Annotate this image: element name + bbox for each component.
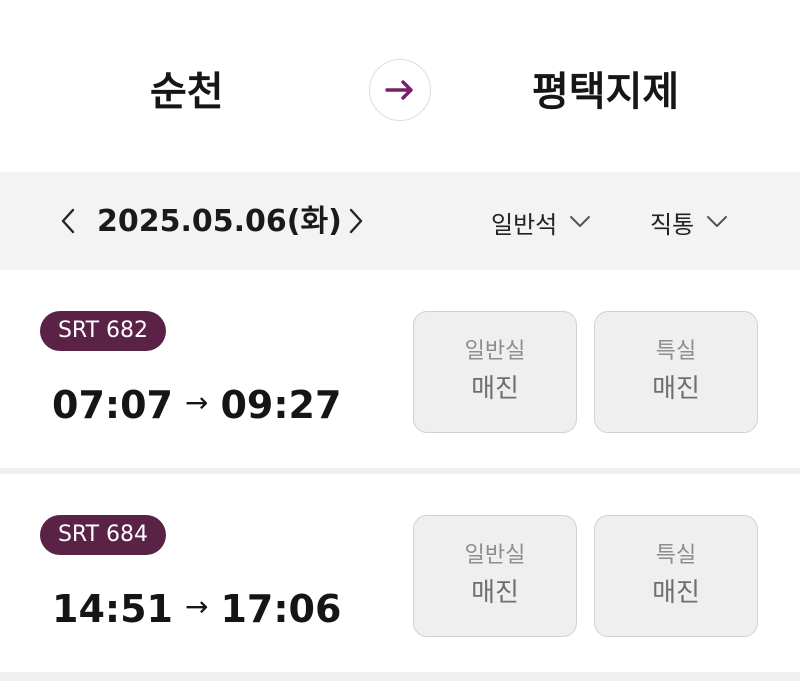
next-date-button[interactable] — [344, 206, 368, 236]
train-row: SRT 682 07:07 → 09:27 일반실 매진 특실 매진 — [0, 270, 800, 468]
seat-class-filter-label: 일반석 — [491, 210, 558, 239]
seat-class-filter[interactable]: 일반석 — [491, 204, 591, 240]
train-times: 07:07 → 09:27 — [52, 378, 341, 432]
departure-time: 07:07 — [52, 383, 173, 427]
seat-class-label: 일반실 — [464, 339, 526, 364]
train-number-badge: SRT 682 — [40, 311, 166, 351]
seat-class-label: 특실 — [655, 339, 697, 364]
special-seat-button[interactable]: 특실 매진 — [594, 515, 758, 637]
list-bottom-edge — [0, 672, 800, 681]
arrow-right-icon — [385, 80, 413, 100]
chevron-right-icon — [349, 208, 363, 234]
arrival-time: 17:06 — [220, 587, 342, 631]
general-seat-button[interactable]: 일반실 매진 — [413, 515, 577, 637]
seat-status: 매진 — [652, 374, 700, 404]
date-filter-bar: 2025.05.06(화) 일반석 직통 — [0, 172, 800, 270]
departure-station[interactable]: 순천 — [150, 66, 224, 118]
route-header: 순천 평택지제 — [0, 0, 800, 172]
route-type-filter-label: 직통 — [650, 210, 695, 239]
seat-status: 매진 — [652, 578, 700, 608]
general-seat-button[interactable]: 일반실 매진 — [413, 311, 577, 433]
route-type-filter[interactable]: 직통 — [650, 204, 728, 240]
chevron-down-icon — [570, 216, 591, 227]
train-number-badge: SRT 684 — [40, 515, 166, 555]
seat-class-label: 특실 — [655, 543, 697, 568]
swap-stations-button[interactable] — [369, 59, 431, 121]
seat-status: 매진 — [471, 578, 519, 608]
chevron-left-icon — [61, 208, 75, 234]
seat-status: 매진 — [471, 374, 519, 404]
chevron-down-icon — [707, 216, 728, 227]
special-seat-button[interactable]: 특실 매진 — [594, 311, 758, 433]
seat-class-label: 일반실 — [464, 543, 526, 568]
time-arrow-icon: → — [184, 590, 209, 623]
arrival-time: 09:27 — [220, 383, 342, 427]
train-row: SRT 684 14:51 → 17:06 일반실 매진 특실 매진 — [0, 474, 800, 672]
previous-date-button[interactable] — [56, 206, 80, 236]
selected-date[interactable]: 2025.05.06(화) — [97, 202, 342, 242]
train-times: 14:51 → 17:06 — [52, 582, 341, 636]
departure-time: 14:51 — [52, 587, 173, 631]
arrival-station[interactable]: 평택지제 — [532, 66, 679, 118]
time-arrow-icon: → — [184, 386, 209, 419]
